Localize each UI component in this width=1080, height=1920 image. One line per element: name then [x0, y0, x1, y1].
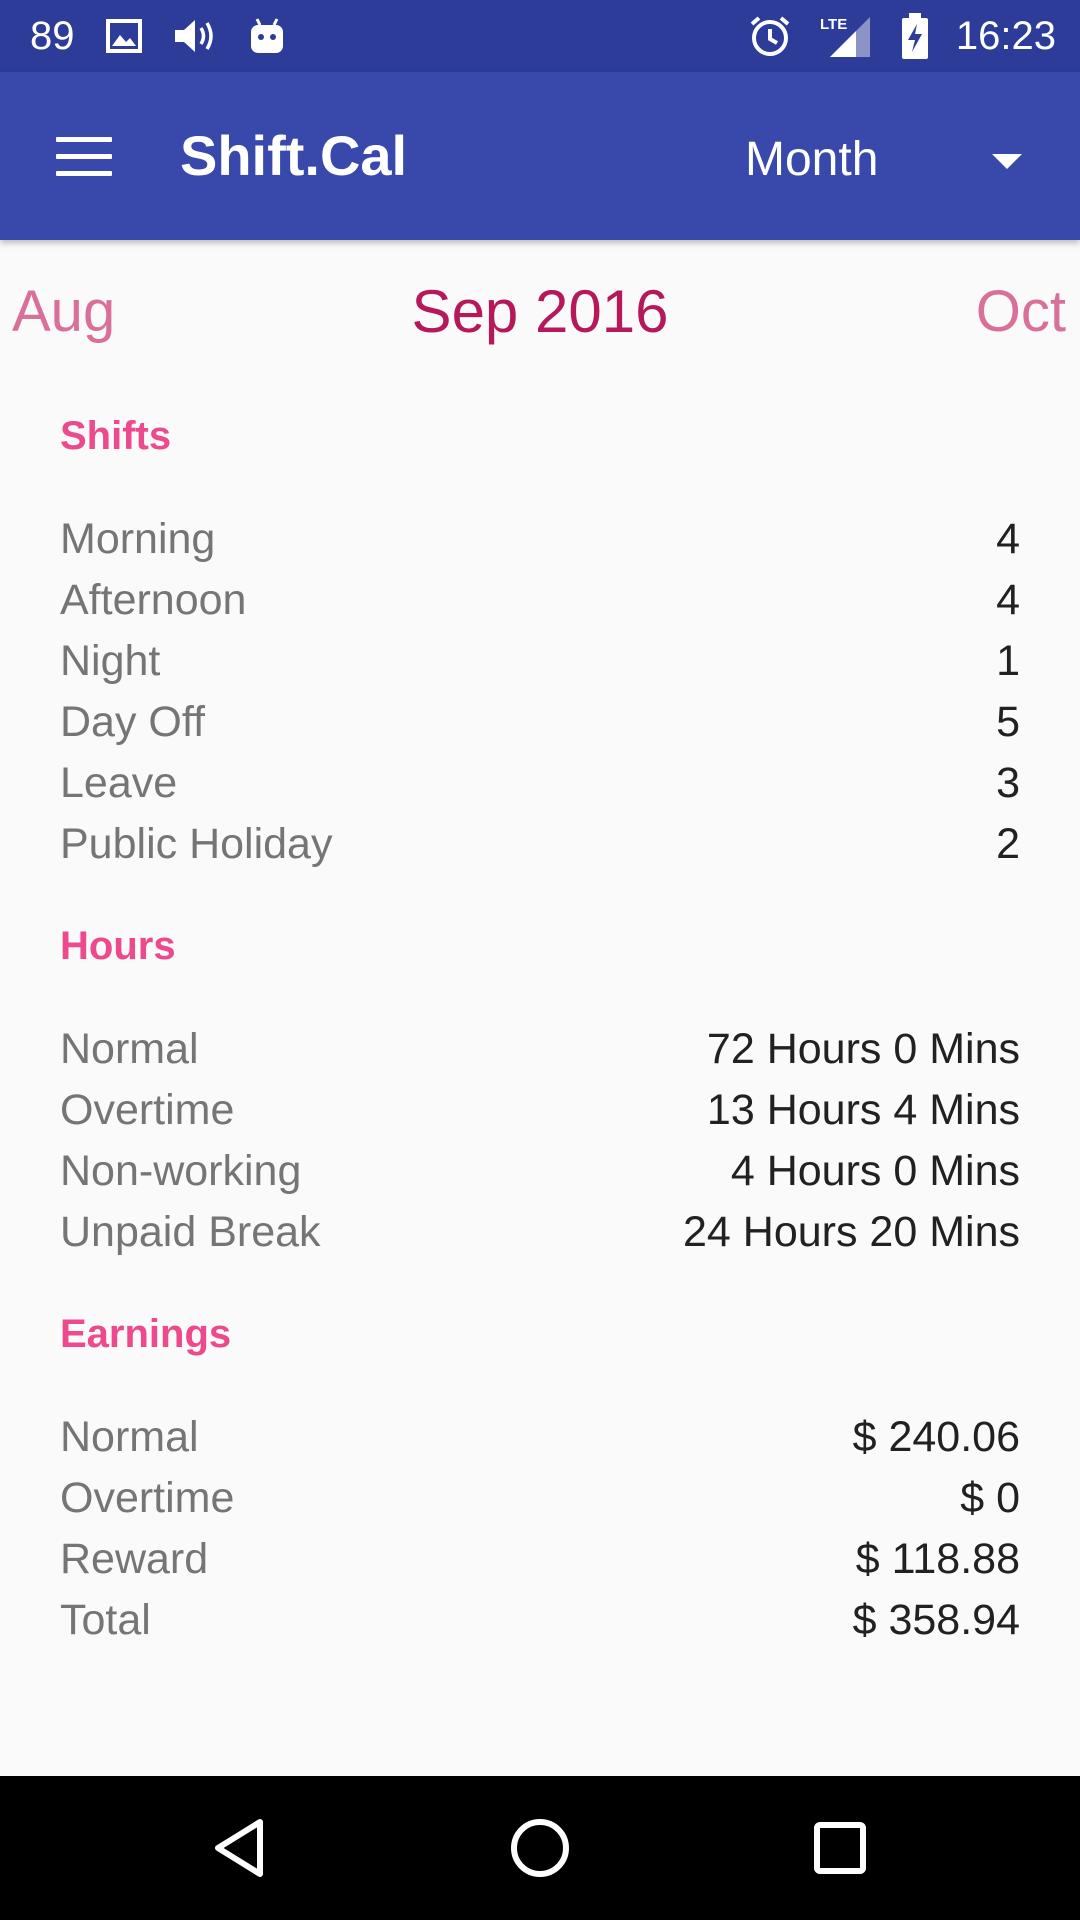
- row-label: Normal: [60, 1025, 199, 1073]
- shift-row-afternoon: Afternoon 4: [60, 569, 1020, 629]
- next-month-button[interactable]: Oct: [976, 280, 1066, 344]
- row-label: Reward: [60, 1535, 209, 1583]
- row-value: $ 358.94: [852, 1596, 1020, 1644]
- row-value: 5: [996, 698, 1020, 746]
- earnings-row-overtime: Overtime $ 0: [60, 1467, 1020, 1527]
- row-label: Total: [60, 1596, 151, 1644]
- shifts-section-title: Shifts: [60, 414, 172, 458]
- month-navigation: Sep 2016 Aug Oct: [0, 240, 1080, 370]
- app-bar: Shift.Cal Month: [0, 72, 1080, 240]
- row-value: 4 Hours 0 Mins: [730, 1147, 1020, 1195]
- status-time: 16:23: [955, 13, 1056, 58]
- row-value: 72 Hours 0 Mins: [706, 1025, 1020, 1073]
- row-value: 13 Hours 4 Mins: [706, 1086, 1020, 1134]
- shift-row-night: Night 1: [60, 630, 1020, 690]
- row-label: Afternoon: [60, 576, 247, 624]
- row-label: Unpaid Break: [60, 1208, 321, 1256]
- row-label: Overtime: [60, 1474, 235, 1522]
- row-value: 24 Hours 20 Mins: [683, 1208, 1020, 1256]
- shift-row-day-off: Day Off 5: [60, 691, 1020, 751]
- row-label: Overtime: [60, 1086, 235, 1134]
- earnings-row-total: Total $ 358.94: [60, 1589, 1020, 1649]
- recents-icon: [814, 1822, 866, 1874]
- signal-icon: LTE: [818, 13, 874, 59]
- hours-row-non-working: Non-working 4 Hours 0 Mins: [60, 1140, 1020, 1200]
- row-value: $ 0: [960, 1474, 1020, 1522]
- earnings-row-reward: Reward $ 118.88: [60, 1528, 1020, 1588]
- recents-button[interactable]: [790, 1798, 890, 1898]
- row-label: Day Off: [60, 698, 205, 746]
- row-value: 1: [996, 637, 1020, 685]
- home-icon: [511, 1819, 569, 1877]
- row-label: Normal: [60, 1413, 199, 1461]
- menu-icon[interactable]: [38, 116, 130, 196]
- row-label: Morning: [60, 515, 216, 563]
- back-button[interactable]: [190, 1798, 290, 1898]
- row-label: Leave: [60, 759, 178, 807]
- current-month: Sep 2016: [411, 278, 669, 345]
- image-icon: [105, 18, 143, 54]
- hours-row-unpaid-break: Unpaid Break 24 Hours 20 Mins: [60, 1201, 1020, 1261]
- view-mode-dropdown[interactable]: Month: [730, 112, 1060, 202]
- alarm-icon: [748, 14, 792, 58]
- row-value: $ 240.06: [852, 1413, 1020, 1461]
- battery-charging-icon: [900, 12, 930, 60]
- row-label: Night: [60, 637, 161, 685]
- network-type-label: LTE: [820, 16, 847, 33]
- notification-count: 89: [30, 13, 75, 58]
- hours-row-overtime: Overtime 13 Hours 4 Mins: [60, 1079, 1020, 1139]
- hours-section-title: Hours: [60, 924, 176, 968]
- earnings-section-title: Earnings: [60, 1312, 232, 1356]
- app-title: Shift.Cal: [180, 124, 408, 187]
- previous-month-button[interactable]: Aug: [12, 280, 115, 344]
- status-bar: 89 LTE 16:23: [0, 0, 1080, 72]
- system-navigation-bar: [0, 1776, 1080, 1920]
- dropdown-arrow-icon: [992, 154, 1022, 169]
- row-value: 3: [996, 759, 1020, 807]
- volume-icon: [173, 16, 219, 56]
- row-label: Non-working: [60, 1147, 302, 1195]
- row-value: 4: [996, 515, 1020, 563]
- shift-row-public-holiday: Public Holiday 2: [60, 813, 1020, 873]
- home-button[interactable]: [490, 1798, 590, 1898]
- earnings-row-normal: Normal $ 240.06: [60, 1406, 1020, 1466]
- row-value: 4: [996, 576, 1020, 624]
- hours-row-normal: Normal 72 Hours 0 Mins: [60, 1018, 1020, 1078]
- android-icon: [249, 17, 285, 55]
- row-value: 2: [996, 820, 1020, 868]
- back-icon: [215, 1819, 263, 1877]
- row-label: Public Holiday: [60, 820, 333, 868]
- shift-row-leave: Leave 3: [60, 752, 1020, 812]
- shift-row-morning: Morning 4: [60, 508, 1020, 568]
- row-value: $ 118.88: [855, 1535, 1020, 1583]
- view-mode-label: Month: [745, 133, 879, 186]
